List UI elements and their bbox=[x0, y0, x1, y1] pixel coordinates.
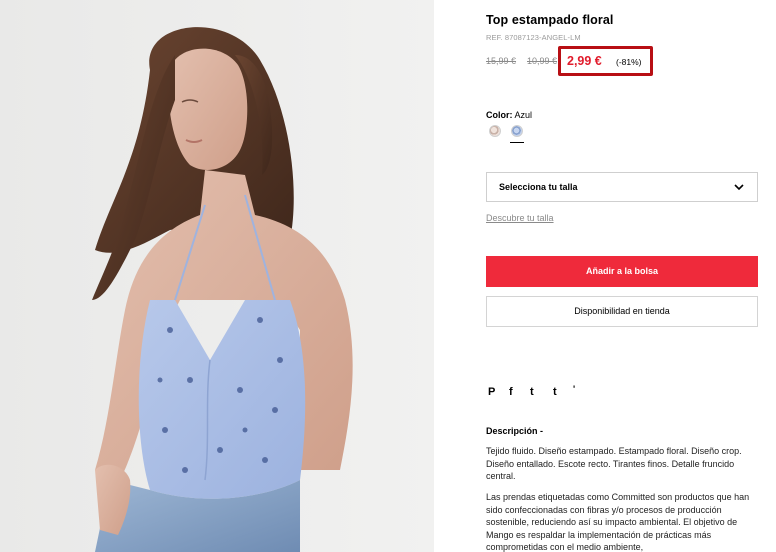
share-more-icon[interactable]: ' bbox=[573, 384, 575, 394]
current-price: 2,99 € bbox=[567, 54, 602, 68]
size-guide-link[interactable]: Descubre tu talla bbox=[486, 213, 554, 223]
previous-price: 10,99 € bbox=[527, 56, 558, 66]
pinterest-icon[interactable]: P bbox=[488, 386, 495, 398]
selected-swatch-indicator bbox=[510, 142, 524, 143]
product-details: Top estampado floral REF. 87087123-ANGEL… bbox=[486, 0, 758, 552]
committed-text: Las prendas etiquetadas como Committed s… bbox=[486, 492, 750, 552]
color-selected: Azul bbox=[514, 110, 533, 120]
add-to-bag-button[interactable]: Añadir a la bolsa bbox=[486, 256, 758, 287]
color-label-prefix: Color: bbox=[486, 110, 513, 120]
twitter-icon[interactable]: t bbox=[530, 386, 534, 398]
description-title: Descripción - bbox=[486, 426, 544, 436]
store-availability-button[interactable]: Disponibilidad en tienda bbox=[486, 296, 758, 327]
color-swatch-beige[interactable] bbox=[489, 125, 501, 137]
color-label: Color: Azul bbox=[486, 110, 532, 120]
facebook-icon[interactable]: f bbox=[509, 386, 513, 398]
discount-badge: (-81%) bbox=[616, 57, 642, 67]
original-price: 15,99 € bbox=[486, 56, 517, 66]
model-photo-illustration bbox=[0, 0, 434, 552]
size-select[interactable]: Selecciona tu talla bbox=[486, 172, 758, 202]
current-price-highlight: 2,99 € (-81%) bbox=[558, 46, 653, 76]
tumblr-icon[interactable]: t bbox=[553, 386, 557, 398]
product-ref: REF. 87087123-ANGEL-LM bbox=[486, 33, 581, 42]
product-title: Top estampado floral bbox=[486, 13, 614, 27]
size-select-label: Selecciona tu talla bbox=[499, 182, 578, 192]
chevron-down-icon bbox=[734, 184, 744, 191]
product-image[interactable] bbox=[0, 0, 434, 552]
color-swatch-azul[interactable] bbox=[511, 125, 523, 137]
description-text: Tejido fluido. Diseño estampado. Estampa… bbox=[486, 446, 742, 481]
